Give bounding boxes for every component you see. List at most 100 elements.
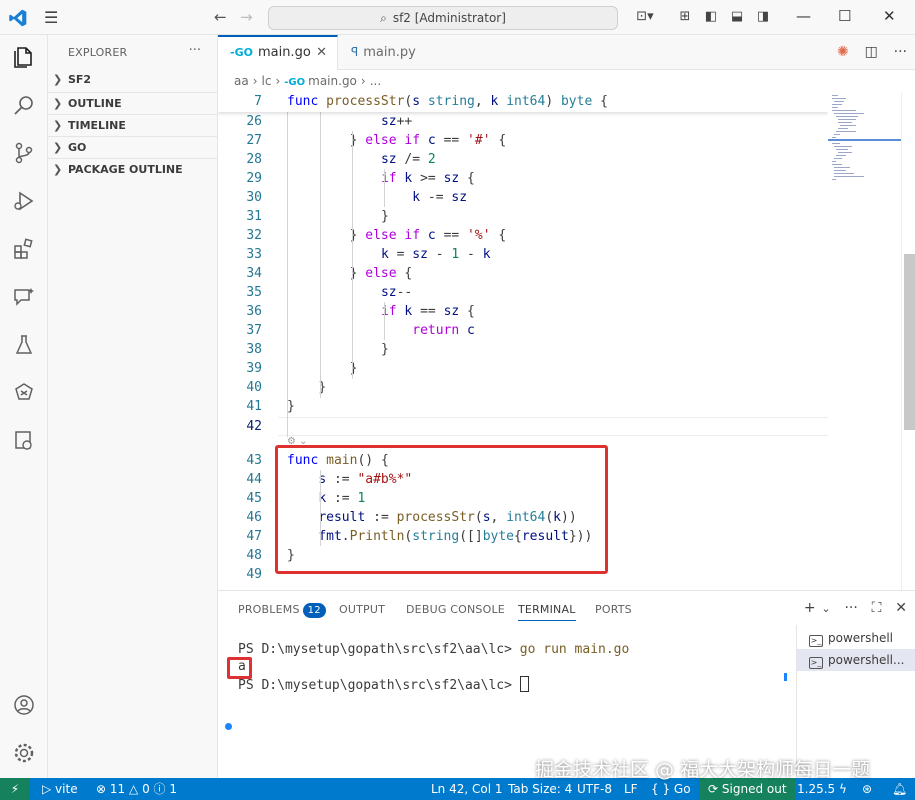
explorer-icon[interactable] (12, 45, 36, 69)
layout-icon[interactable]: ⊞ (677, 9, 693, 25)
tab-terminal[interactable]: TERMINAL (518, 603, 576, 621)
vite-status[interactable]: ▷ vite (42, 778, 78, 800)
line-number: 37 (246, 323, 262, 338)
code-line[interactable]: 40 } (218, 378, 828, 397)
sidebar-title: EXPLORER (68, 46, 128, 59)
copilot-icon[interactable]: ⊡▾ (631, 9, 659, 25)
minimap-line (832, 98, 846, 99)
chevron-right-icon: › (275, 74, 281, 88)
copilot-burst-icon[interactable]: ✺ (837, 44, 849, 60)
editor-scrollbar[interactable] (901, 92, 915, 590)
maximize-icon[interactable]: ☐ (838, 7, 851, 25)
code-line[interactable]: 27 } else if c == '#' { (218, 131, 828, 150)
toggle-panel-icon[interactable]: ⬓ (729, 9, 745, 25)
source-control-icon[interactable] (12, 141, 36, 165)
code-line[interactable]: 31 } (218, 207, 828, 226)
minimap-line (836, 116, 858, 117)
tab-ports[interactable]: PORTS (595, 603, 632, 616)
tab-main-py[interactable]: ꟼ main.py (339, 35, 454, 70)
command-decoration-icon[interactable] (225, 723, 232, 730)
code-line[interactable]: 42 (218, 417, 828, 436)
sticky-scroll-line[interactable]: 7 func processStr(s string, k int64) byte… (218, 92, 828, 112)
code-editor[interactable]: 7 func processStr(s string, k int64) byte… (218, 92, 828, 590)
breadcrumb-item[interactable]: ... (370, 74, 381, 88)
tab-output[interactable]: OUTPUT (339, 603, 385, 616)
maximize-panel-icon[interactable]: ⛶ (872, 600, 882, 616)
breadcrumb-item[interactable]: main.go (308, 74, 357, 88)
accounts-icon[interactable] (12, 693, 36, 717)
search-icon[interactable] (12, 93, 36, 117)
breadcrumb-item[interactable]: aa (234, 74, 249, 88)
toggle-secondary-icon[interactable]: ◨ (755, 9, 771, 25)
code-line[interactable]: 39 } (218, 359, 828, 378)
code-line[interactable]: 41} (218, 397, 828, 416)
code-line[interactable]: 30 k -= sz (218, 188, 828, 207)
code-line[interactable]: 38 } (218, 340, 828, 359)
info-icon: ⓘ (153, 782, 166, 796)
sidebar-section-go[interactable]: ❯ GO (48, 136, 218, 158)
sidebar-section-sf2[interactable]: ❯ SF2 (48, 69, 218, 91)
problems-status[interactable]: ⊗ 11 △ 0 ⓘ 1 (96, 778, 177, 800)
code-text: sz++ (380, 114, 413, 129)
line-number: 35 (246, 285, 262, 300)
code-line[interactable]: 37 return c (218, 321, 828, 340)
minimize-icon[interactable]: — (796, 7, 811, 25)
code-text: return c (412, 323, 475, 338)
testing-icon[interactable] (12, 333, 36, 357)
line-number: 26 (246, 114, 262, 129)
more-actions-icon[interactable]: ··· (189, 43, 201, 58)
go-extension-icon[interactable] (12, 381, 36, 405)
cursor-position[interactable]: Ln 42, Col 1 (431, 778, 503, 800)
close-tab-icon[interactable]: ✕ (316, 37, 327, 68)
minimap[interactable] (828, 92, 901, 590)
tab-main-go[interactable]: -GO main.go ✕ (218, 35, 338, 70)
code-line[interactable]: 36 if k == sz { (218, 302, 828, 321)
chat-icon[interactable] (12, 285, 36, 309)
line-number: 46 (246, 510, 262, 525)
minimap-line (836, 155, 846, 156)
toggle-sidebar-icon[interactable]: ◧ (703, 9, 719, 25)
close-panel-icon[interactable]: ✕ (895, 600, 907, 616)
code-text: } (380, 209, 389, 224)
terminal-instance[interactable]: >_ powershell... (797, 649, 915, 671)
back-icon[interactable]: ← (214, 8, 227, 26)
code-line[interactable]: 35 sz-- (218, 283, 828, 302)
code-text: } (380, 342, 389, 357)
bottom-panel: PROBLEMS 12 OUTPUT DEBUG CONSOLE TERMINAL… (218, 590, 915, 779)
minimap-line (832, 137, 836, 138)
menu-icon[interactable]: ☰ (44, 8, 58, 27)
sidebar-section-package-outline[interactable]: ❯ PACKAGE OUTLINE (48, 158, 218, 180)
minimap-line (832, 164, 842, 165)
watermark-text: 掘金技术社区 @ 福大大架构师每日一题 (535, 759, 871, 781)
code-line[interactable]: 29 if k >= sz { (218, 169, 828, 188)
breadcrumb-item[interactable]: lc (262, 74, 272, 88)
line-number: 34 (246, 266, 262, 281)
code-line[interactable]: 26 sz++ (218, 112, 828, 131)
close-icon[interactable]: ✕ (883, 7, 896, 25)
terminal-instance[interactable]: >_ powershell (797, 627, 915, 649)
command-center-search[interactable]: ⌕ sf2 [Administrator] (268, 6, 618, 30)
remote-explorer-icon[interactable] (12, 429, 36, 453)
chevron-right-icon: › (360, 74, 366, 88)
forward-icon[interactable]: → (240, 8, 253, 26)
remote-icon[interactable]: ⚡ (0, 778, 30, 800)
more-actions-icon[interactable]: ··· (844, 600, 857, 616)
line-number: 28 (246, 152, 262, 167)
notifications-icon[interactable]: 🔔︎ (892, 778, 907, 800)
code-line[interactable]: 28 sz /= 2 (218, 150, 828, 169)
more-actions-icon[interactable]: ··· (894, 44, 907, 60)
sidebar-section-outline[interactable]: ❯ OUTLINE (48, 92, 218, 114)
tab-debug-console[interactable]: DEBUG CONSOLE (406, 603, 505, 616)
new-terminal-icon[interactable]: + (804, 600, 816, 616)
tab-problems[interactable]: PROBLEMS 12 (238, 603, 326, 618)
run-debug-icon[interactable] (12, 189, 36, 213)
code-line[interactable]: 33 k = sz - 1 - k (218, 245, 828, 264)
settings-gear-icon[interactable] (12, 741, 36, 765)
scrollbar-thumb[interactable] (904, 254, 915, 430)
split-editor-icon[interactable]: ◫ (865, 44, 878, 60)
chevron-down-icon[interactable]: ⌄ (821, 602, 830, 615)
code-line[interactable]: 34 } else { (218, 264, 828, 283)
sidebar-section-timeline[interactable]: ❯ TIMELINE (48, 114, 218, 136)
extensions-icon[interactable] (12, 237, 36, 261)
code-line[interactable]: 32 } else if c == '%' { (218, 226, 828, 245)
